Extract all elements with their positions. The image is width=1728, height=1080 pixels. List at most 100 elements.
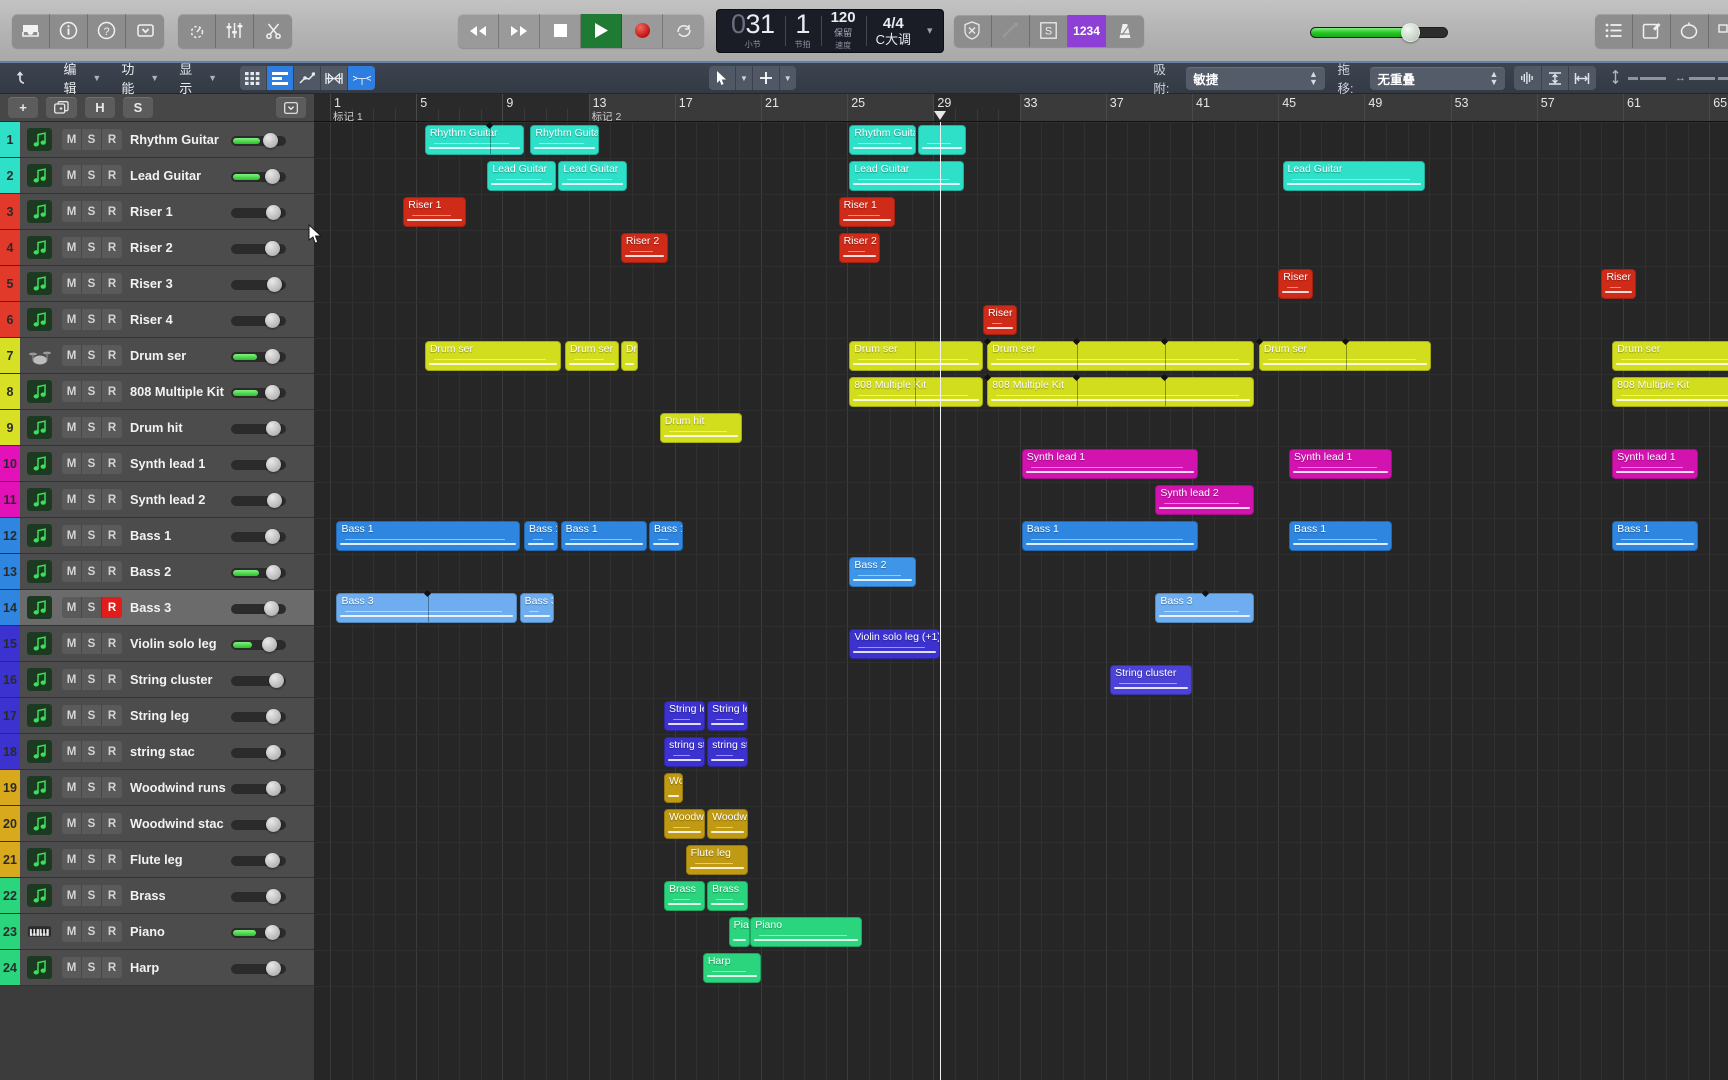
- track-record-button[interactable]: R: [102, 201, 122, 222]
- track-solo-button[interactable]: S: [82, 489, 102, 510]
- track-record-button[interactable]: R: [102, 525, 122, 546]
- region[interactable]: Rhythm Guitar: [424, 125, 524, 155]
- lcd-display[interactable]: 031 小节 1 节拍 120 保留 速度 4/4 C大调 ▾: [716, 8, 944, 53]
- track-volume-fader[interactable]: [231, 961, 286, 976]
- track-volume-fader[interactable]: [231, 889, 286, 904]
- track-record-button[interactable]: R: [102, 597, 122, 618]
- midi-note-icon[interactable]: [27, 740, 52, 763]
- track-header-row[interactable]: 21 M S R Flute leg: [0, 842, 314, 878]
- track-name[interactable]: Bass 2: [130, 554, 171, 589]
- track-mute-button[interactable]: M: [62, 597, 82, 618]
- track-name[interactable]: 808 Multiple Kit: [130, 374, 224, 409]
- track-name[interactable]: Drum hit: [130, 410, 183, 445]
- track-name[interactable]: Flute leg: [130, 842, 183, 877]
- track-record-button[interactable]: R: [102, 237, 122, 258]
- count-in-badge[interactable]: 1234: [1067, 14, 1106, 47]
- track-mute-button[interactable]: M: [62, 669, 82, 690]
- region[interactable]: Wood: [664, 773, 684, 803]
- track-volume-fader[interactable]: [231, 421, 286, 436]
- track-solo-button[interactable]: S: [82, 777, 102, 798]
- region[interactable]: Riser 1: [838, 197, 895, 227]
- duplicate-track-button[interactable]: [46, 97, 77, 118]
- region[interactable]: Drum ser: [849, 341, 983, 371]
- track-solo-button[interactable]: S: [82, 705, 102, 726]
- ruler-marker[interactable]: 标记 1: [330, 109, 363, 121]
- track-record-button[interactable]: R: [102, 705, 122, 726]
- track-volume-fader[interactable]: [231, 853, 286, 868]
- track-mute-button[interactable]: M: [62, 777, 82, 798]
- track-volume-fader[interactable]: [231, 277, 286, 292]
- track-mute-button[interactable]: M: [62, 165, 82, 186]
- midi-note-icon[interactable]: [27, 632, 52, 655]
- pointer-tool[interactable]: [709, 66, 737, 90]
- track-solo-button[interactable]: S: [82, 345, 102, 366]
- tracks-view-icon[interactable]: [266, 66, 294, 90]
- track-height-icon[interactable]: [1603, 69, 1628, 87]
- region[interactable]: Bass 2: [849, 557, 917, 587]
- midi-note-icon[interactable]: [27, 560, 52, 583]
- midi-note-icon[interactable]: [27, 488, 52, 511]
- track-name[interactable]: Woodwind stac: [130, 806, 224, 841]
- track-volume-knob[interactable]: [263, 601, 279, 616]
- track-mute-button[interactable]: M: [62, 705, 82, 726]
- smart-controls-icon[interactable]: [178, 13, 216, 48]
- drag-value-popup[interactable]: 无重叠 ▲ ▼: [1370, 66, 1506, 90]
- track-mute-button[interactable]: M: [62, 741, 82, 762]
- track-header-row[interactable]: 19 M S R Woodwind runs: [0, 770, 314, 806]
- track-header-row[interactable]: 4 M S R Riser 2: [0, 230, 314, 266]
- track-header-row[interactable]: 14 M S R Bass 3: [0, 590, 314, 626]
- track-header-row[interactable]: 9 M S R Drum hit: [0, 410, 314, 446]
- list-editors-icon[interactable]: [1595, 13, 1633, 48]
- track-record-button[interactable]: R: [102, 417, 122, 438]
- record-button[interactable]: [622, 13, 663, 48]
- add-track-button[interactable]: +: [8, 97, 38, 118]
- track-header-row[interactable]: 8 M S R 808 Multiple Kit: [0, 374, 314, 410]
- master-volume-slider[interactable]: [1310, 23, 1448, 42]
- region[interactable]: 808 Multiple Kit: [849, 377, 983, 407]
- track-volume-knob[interactable]: [268, 673, 284, 688]
- track-mute-button[interactable]: M: [62, 957, 82, 978]
- region[interactable]: Lead Guitar: [849, 161, 964, 191]
- track-mute-button[interactable]: M: [62, 489, 82, 510]
- track-volume-fader[interactable]: [231, 817, 286, 832]
- solo-button[interactable]: S: [1030, 14, 1068, 47]
- track-name[interactable]: Synth lead 2: [130, 482, 205, 517]
- track-header-row[interactable]: 2 M S R Lead Guitar: [0, 158, 314, 194]
- track-record-button[interactable]: R: [102, 885, 122, 906]
- track-record-button[interactable]: R: [102, 957, 122, 978]
- forward-button[interactable]: [499, 13, 540, 48]
- region[interactable]: Violin solo leg (+1): [849, 629, 940, 659]
- master-volume-knob[interactable]: [1401, 23, 1420, 42]
- track-volume-fader[interactable]: [231, 745, 286, 760]
- loop-browser-icon[interactable]: [1671, 13, 1709, 48]
- track-mute-button[interactable]: M: [62, 633, 82, 654]
- region[interactable]: Bass 1: [560, 521, 647, 551]
- track-mute-button[interactable]: M: [62, 525, 82, 546]
- marquee-tool[interactable]: [753, 66, 780, 90]
- region[interactable]: Bass 1: [523, 521, 559, 551]
- track-name[interactable]: Bass 3: [130, 590, 171, 625]
- track-name[interactable]: Lead Guitar: [130, 158, 201, 193]
- track-mute-button[interactable]: M: [62, 381, 82, 402]
- track-record-button[interactable]: R: [102, 489, 122, 510]
- snap-value-popup[interactable]: 敏捷 ▲ ▼: [1186, 66, 1325, 90]
- flex-icon[interactable]: [321, 66, 349, 90]
- track-mute-button[interactable]: M: [62, 309, 82, 330]
- midi-note-icon[interactable]: [27, 848, 52, 871]
- region[interactable]: Drum ser: [987, 341, 1255, 371]
- track-volume-fader[interactable]: [231, 241, 286, 256]
- track-header-row[interactable]: 22 M S R Brass: [0, 878, 314, 914]
- track-solo-button[interactable]: S: [82, 813, 102, 834]
- region[interactable]: Synth lead 1: [1612, 449, 1699, 479]
- track-volume-knob[interactable]: [263, 133, 278, 148]
- region[interactable]: Riser 2: [620, 233, 669, 263]
- region[interactable]: Bass 3: [1155, 593, 1255, 623]
- track-volume-fader[interactable]: [231, 205, 286, 220]
- region[interactable]: Synth lead 1: [1021, 449, 1199, 479]
- arrange-canvas[interactable]: Rhythm Guitar Rhythm Guitar Rhythm Guitar L…: [314, 122, 1728, 1080]
- midi-note-icon[interactable]: [27, 308, 52, 331]
- region[interactable]: Riser: [1278, 269, 1313, 299]
- track-volume-fader[interactable]: [231, 637, 286, 652]
- track-mute-button[interactable]: M: [62, 885, 82, 906]
- waveform-zoom-icon[interactable]: [1514, 66, 1542, 90]
